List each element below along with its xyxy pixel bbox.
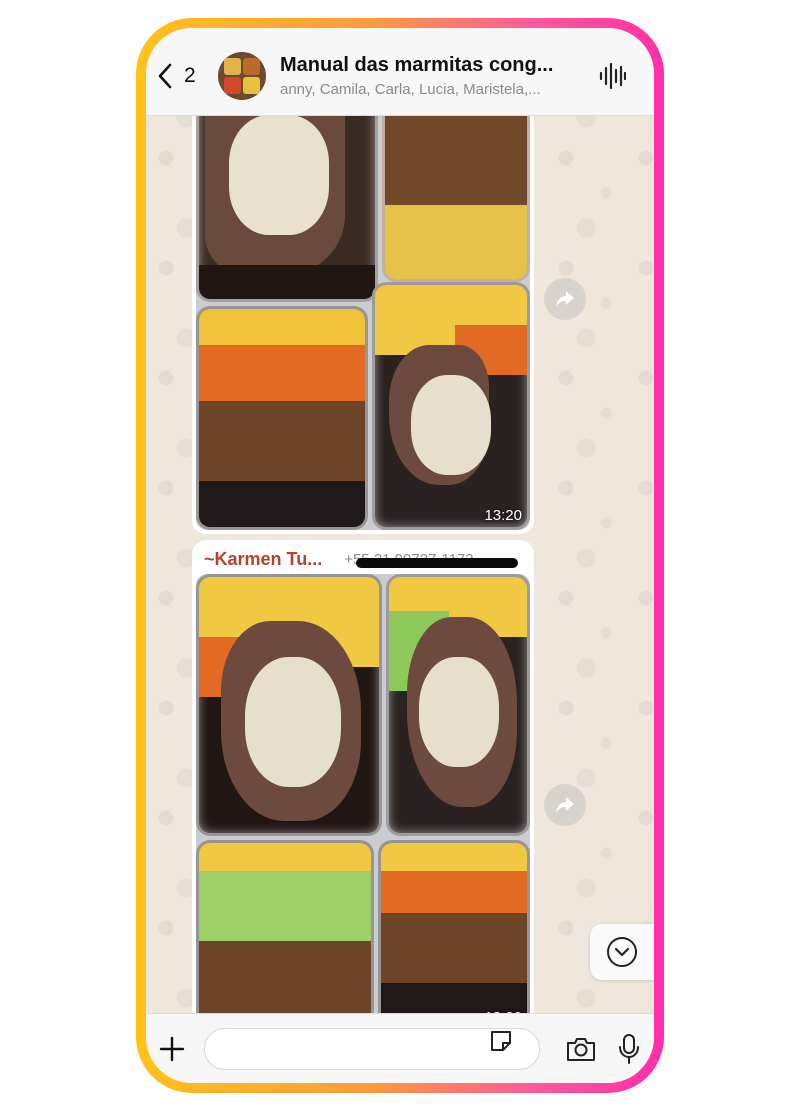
chevron-down-circle-icon [607, 937, 637, 967]
audio-waveform-icon [599, 62, 626, 89]
voice-chat-button[interactable] [596, 60, 628, 92]
sticker-button[interactable] [488, 1028, 518, 1058]
forward-button[interactable] [544, 784, 586, 826]
plus-icon [159, 1036, 185, 1061]
attach-button[interactable] [154, 1031, 190, 1067]
chat-header: 2 Manual das marmitas cong... anny, Cami… [146, 28, 654, 116]
microphone-button[interactable] [614, 1032, 644, 1066]
photo-message[interactable]: 13:20 [192, 88, 534, 534]
camera-icon [567, 1037, 595, 1061]
camera-button[interactable] [564, 1032, 598, 1066]
sticker-icon [491, 1031, 511, 1051]
group-avatar[interactable] [218, 51, 266, 100]
redaction-bar [356, 558, 518, 568]
message-timestamp: 13:20 [484, 507, 522, 524]
meal-photo[interactable]: 13:20 [196, 92, 530, 530]
chat-participants: anny, Camila, Carla, Lucia, Maristela,..… [280, 80, 541, 98]
photo-message[interactable]: ~Karmen Tu... +55 21 99727-1172 [192, 540, 534, 1036]
chevron-left-icon [158, 63, 172, 88]
composer-bar [146, 1013, 654, 1083]
sender-name[interactable]: ~Karmen Tu... [204, 549, 322, 570]
back-button[interactable]: 2 [156, 63, 212, 89]
device-frame: 2 Manual das marmitas cong... anny, Cami… [136, 18, 664, 1093]
forward-button[interactable] [544, 278, 586, 320]
unread-count: 2 [184, 63, 196, 87]
scroll-to-bottom-button[interactable] [590, 924, 654, 980]
mic-icon [619, 1033, 639, 1064]
meal-photo[interactable]: 13:20 [196, 574, 530, 1032]
forward-arrow-icon [556, 291, 574, 307]
chat-title: Manual das marmitas cong... [280, 53, 554, 76]
forward-arrow-icon [556, 797, 574, 813]
chat-title-area[interactable]: Manual das marmitas cong... anny, Camila… [280, 54, 580, 98]
message-sender-row: ~Karmen Tu... +55 21 99727-1172 [196, 544, 530, 574]
chat-screen: 2 Manual das marmitas cong... anny, Cami… [146, 28, 654, 1083]
